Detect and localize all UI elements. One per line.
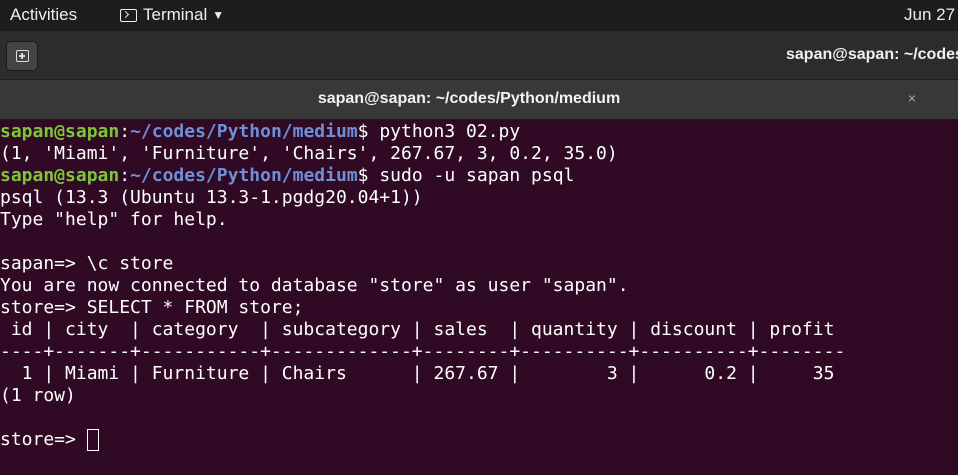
prompt-path: ~/codes/Python/medium [130,165,358,186]
table-header: id | city | category | subcategory | sal… [0,319,835,340]
terminal-icon [120,8,137,22]
output-line: Type "help" for help. [0,209,228,230]
close-icon[interactable]: × [903,89,921,107]
terminal-line: sapan@sapan:~/codes/Python/medium$ pytho… [0,121,521,142]
command-text: \c store [86,253,174,274]
table-separator: ----+-------+-----------+-------------+-… [0,341,846,362]
command-text: SELECT * FROM store; [86,297,304,318]
new-tab-button[interactable] [6,41,38,71]
psql-prompt: store=> [0,297,87,318]
window-header-bar: sapan@sapan: ~/codes [0,31,958,80]
psql-prompt: store=> [0,429,87,450]
activities-button[interactable]: Activities [10,5,77,25]
tab-active[interactable]: sapan@sapan: ~/codes/Python/medium × [0,80,958,119]
terminal-line: sapan=> \c store [0,253,958,275]
tab-title: sapan@sapan: ~/codes/Python/medium [317,90,621,107]
app-menu-label: Terminal [143,5,208,24]
output-line: (1, 'Miami', 'Furniture', 'Chairs', 267.… [0,143,618,164]
prompt-user: sapan@sapan [0,121,120,142]
new-tab-icon [16,50,29,62]
window-title: sapan@sapan: ~/codes [786,46,958,63]
command-text: sudo -u sapan psql [379,165,575,186]
terminal-line: store=> SELECT * FROM store; [0,297,958,319]
output-line: psql (13.3 (Ubuntu 13.3-1.pgdg20.04+1)) [0,187,423,208]
terminal-line: sapan@sapan:~/codes/Python/medium$ sudo … [0,165,575,186]
clock[interactable]: Jun 27 [904,5,955,25]
prompt-user: sapan@sapan [0,165,120,186]
table-footer: (1 row) [0,385,76,406]
table-row: 1 | Miami | Furniture | Chairs | 267.67 … [0,363,835,384]
terminal-line: store=> [0,429,958,451]
app-menu[interactable]: Terminal ▼ [120,5,224,25]
text-cursor [86,429,99,451]
tab-bar: sapan@sapan: ~/codes/Python/medium × [0,80,958,120]
system-top-bar: Activities Terminal ▼ Jun 27 [0,0,958,31]
terminal-output[interactable]: sapan@sapan:~/codes/Python/medium$ pytho… [0,120,958,475]
output-line: You are now connected to database "store… [0,275,629,296]
caret-down-icon: ▼ [212,8,225,22]
command-text: python3 02.py [379,121,521,142]
psql-prompt: sapan=> [0,253,87,274]
prompt-path: ~/codes/Python/medium [130,121,358,142]
